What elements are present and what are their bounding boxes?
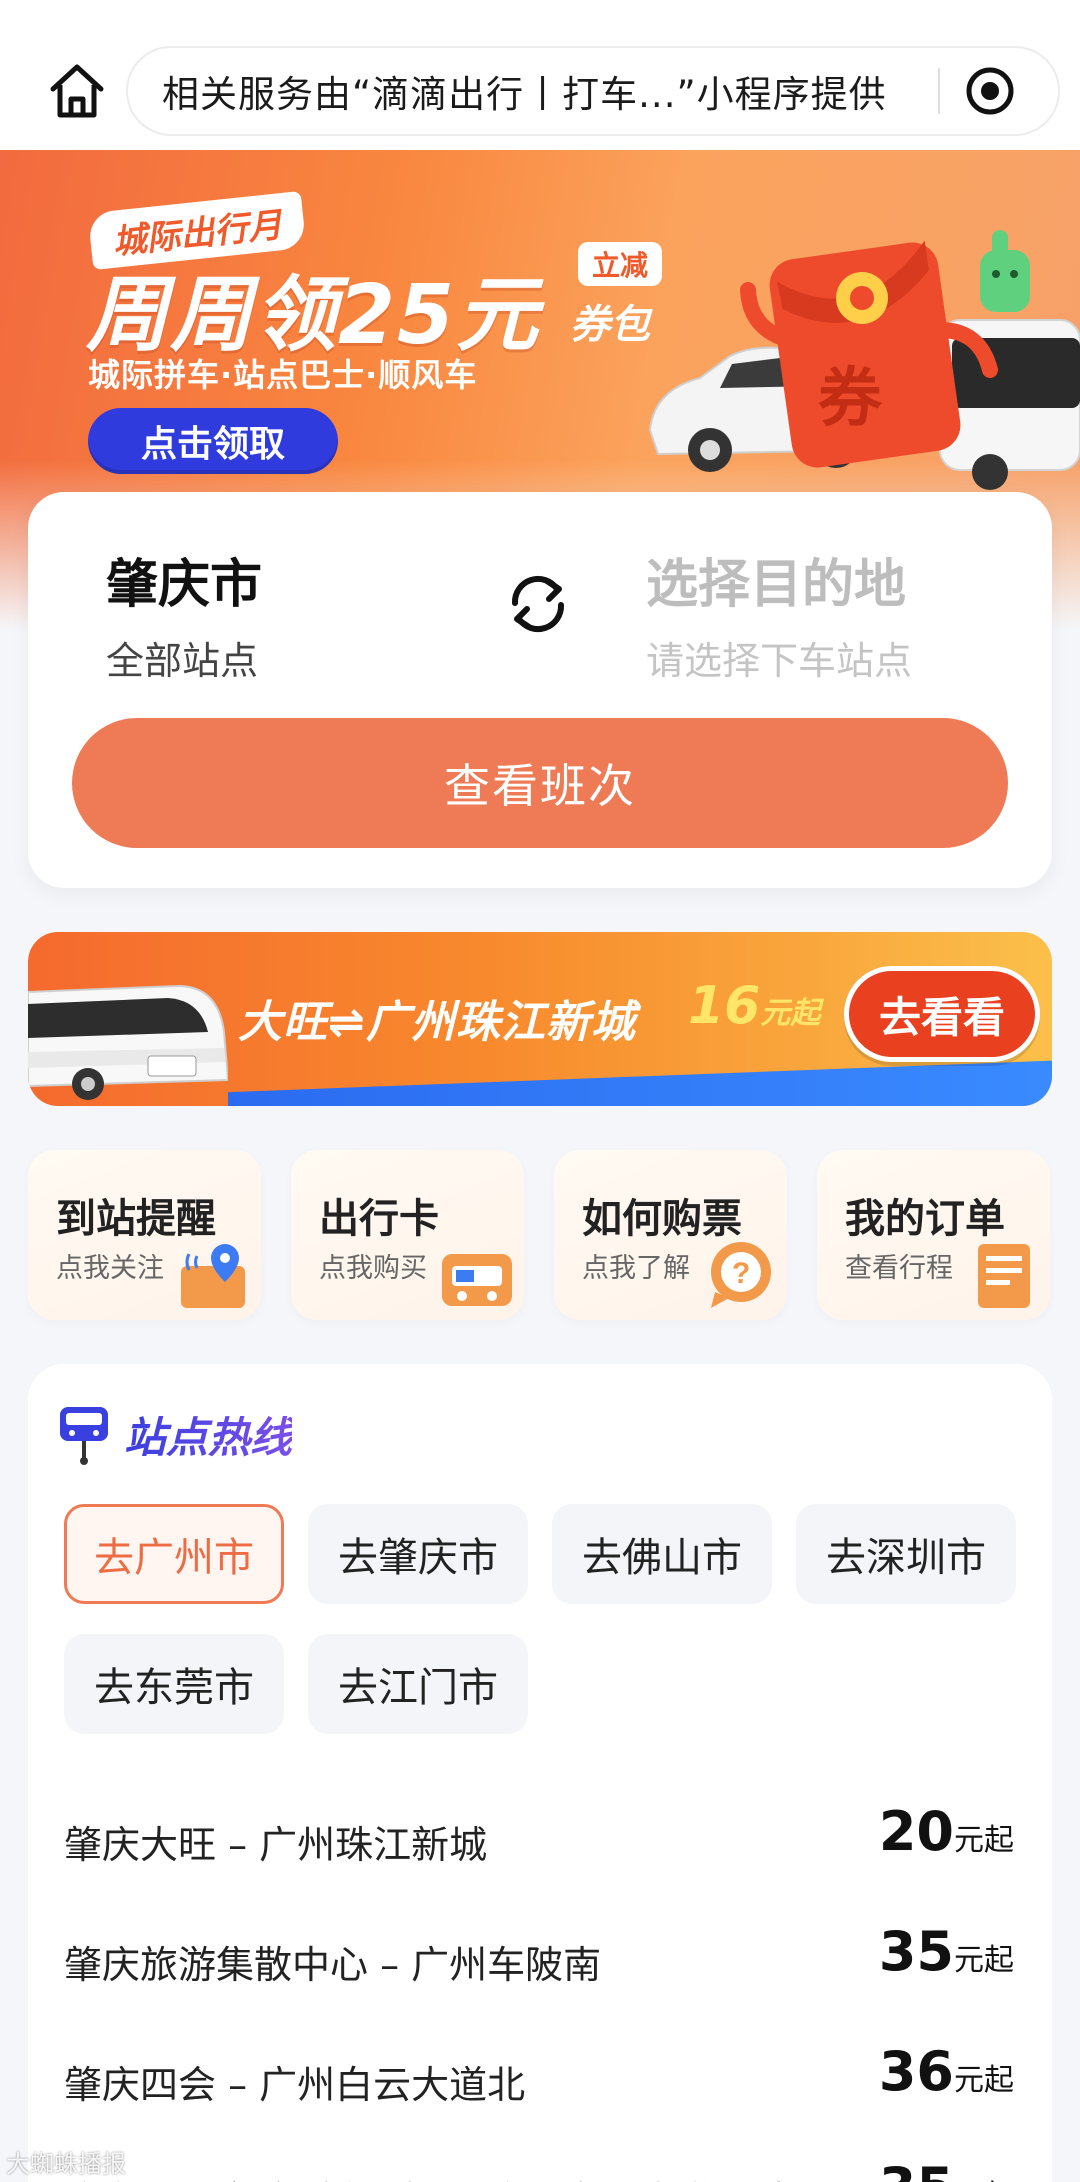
mini-program-top-bar: 相关服务由“滴滴出行丨打车...”小程序提供: [0, 0, 1080, 150]
bus-icon: [939, 319, 1080, 490]
location-box-icon: [181, 1244, 245, 1308]
route-name: 肇庆大旺 – 广州珠江新城: [64, 1823, 488, 1867]
route-name: 肇庆旅游集散中心 – 广州车陂南: [64, 1943, 602, 1987]
quick-actions: 到站提醒 点我关注 出行卡 点我购买 如何购票 点我了解 ? 我的订单 查看行程: [28, 1150, 1052, 1320]
claim-button[interactable]: 点击领取: [88, 408, 338, 474]
route-price-value: 20: [878, 1800, 954, 1863]
route-price-value: 36: [878, 2040, 954, 2103]
route-name: 肇庆四会 – 广州白云大道北: [64, 2063, 526, 2107]
hero-suffix: 券包: [570, 302, 650, 348]
svg-text:?: ?: [732, 1257, 750, 1290]
route-price-unit: 元起: [954, 2063, 1014, 2098]
chip-to-guangzhou[interactable]: 去广州市: [64, 1504, 284, 1604]
route-list-item[interactable]: 肇庆四会 – 广州白云大道北 36元起: [64, 2040, 1014, 2110]
go-see-button[interactable]: 去看看: [844, 966, 1040, 1062]
watermark: 大蜘蛛播报: [6, 2150, 126, 2178]
banner-stripe: [228, 1060, 1052, 1106]
chip-to-foshan[interactable]: 去佛山市: [552, 1504, 772, 1604]
route-price-unit: 元起: [954, 1943, 1014, 1978]
swap-icon[interactable]: [498, 564, 578, 644]
route-name: 广东理工学院（高要） – 广州白云大道北地: [64, 2170, 791, 2182]
route-list-item[interactable]: 肇庆大旺 – 广州珠江新城 20元起: [64, 1800, 1014, 1870]
route-list-item[interactable]: 广东理工学院（高要） – 广州白云大道北地 35元起: [64, 2156, 1014, 2182]
chip-to-shenzhen[interactable]: 去深圳市: [796, 1504, 1016, 1604]
tile-subtitle: 点我了解: [582, 1253, 690, 1284]
chip-to-zhaoqing[interactable]: 去肇庆市: [308, 1504, 528, 1604]
tile-how-to-buy[interactable]: 如何购票 点我了解 ?: [554, 1150, 787, 1320]
origin-city[interactable]: 肇庆市: [106, 542, 262, 617]
route-list-item[interactable]: 肇庆旅游集散中心 – 广州车陂南 35元起: [64, 1920, 1014, 1990]
route-banner-price-unit: 元起: [760, 996, 821, 1031]
question-bubble-icon: ?: [711, 1242, 771, 1308]
route-search-card: 肇庆市 全部站点 选择目的地 请选择下车站点 查看班次: [28, 492, 1052, 888]
tile-subtitle: 点我关注: [56, 1253, 164, 1284]
route-price: 20元起: [879, 1800, 1014, 1863]
coupon-mascot-illustration: 券: [648, 230, 1080, 490]
route-banner-price-value: 16: [688, 976, 761, 1036]
bus-stop-icon: [60, 1406, 108, 1465]
receipt-icon: [978, 1244, 1030, 1308]
tile-subtitle: 点我购买: [319, 1253, 427, 1284]
route-banner-price: 16元起: [688, 976, 820, 1036]
hotline-title: 站点热线: [124, 1404, 292, 1465]
destination-station-select[interactable]: 请选择下车站点: [646, 630, 912, 685]
origin-station-select[interactable]: 全部站点: [106, 630, 258, 685]
tile-travel-card[interactable]: 出行卡 点我购买: [291, 1150, 524, 1320]
tile-arrival-reminder[interactable]: 到站提醒 点我关注: [28, 1150, 261, 1320]
thumbs-up-icon: [980, 230, 1030, 312]
svg-text:券: 券: [818, 362, 883, 434]
route-price: 36元起: [879, 2040, 1014, 2103]
route-price: 35元起: [879, 2156, 1014, 2182]
tile-subtitle: 查看行程: [845, 1253, 953, 1284]
route-price: 35元起: [879, 1920, 1014, 1983]
chip-to-jiangmen[interactable]: 去江门市: [308, 1634, 528, 1734]
hero-subtitle: 城际拼车·站点巴士·顺风车: [88, 356, 478, 394]
home-icon[interactable]: [42, 56, 112, 126]
close-target-icon[interactable]: [940, 48, 1040, 134]
view-schedules-button[interactable]: 查看班次: [72, 718, 1008, 848]
tile-my-orders[interactable]: 我的订单 查看行程: [817, 1150, 1050, 1320]
service-provider-capsule[interactable]: 相关服务由“滴滴出行丨打车...”小程序提供: [126, 46, 1060, 136]
route-price-value: 35: [879, 2156, 954, 2182]
station-hotline-card: 站点热线 去广州市 去肇庆市 去佛山市 去深圳市 去东莞市 去江门市 肇庆大旺 …: [28, 1364, 1052, 2182]
destination-city[interactable]: 选择目的地: [646, 542, 906, 617]
route-price-value: 35: [878, 1920, 954, 1983]
route-banner-text: 大旺⇌广州珠江新城: [238, 997, 636, 1048]
service-provider-text: 相关服务由“滴滴出行丨打车...”小程序提供: [162, 73, 887, 116]
route-price-unit: 元起: [954, 1823, 1014, 1858]
hotline-header: 站点热线: [58, 1404, 292, 1465]
bus-card-icon: [442, 1254, 512, 1306]
coach-bus-icon: [28, 984, 228, 1100]
tile-title: 出行卡: [319, 1196, 439, 1242]
chip-to-dongguan[interactable]: 去东莞市: [64, 1634, 284, 1734]
route-promo-banner[interactable]: 大旺⇌广州珠江新城 16元起 去看看: [28, 932, 1052, 1106]
